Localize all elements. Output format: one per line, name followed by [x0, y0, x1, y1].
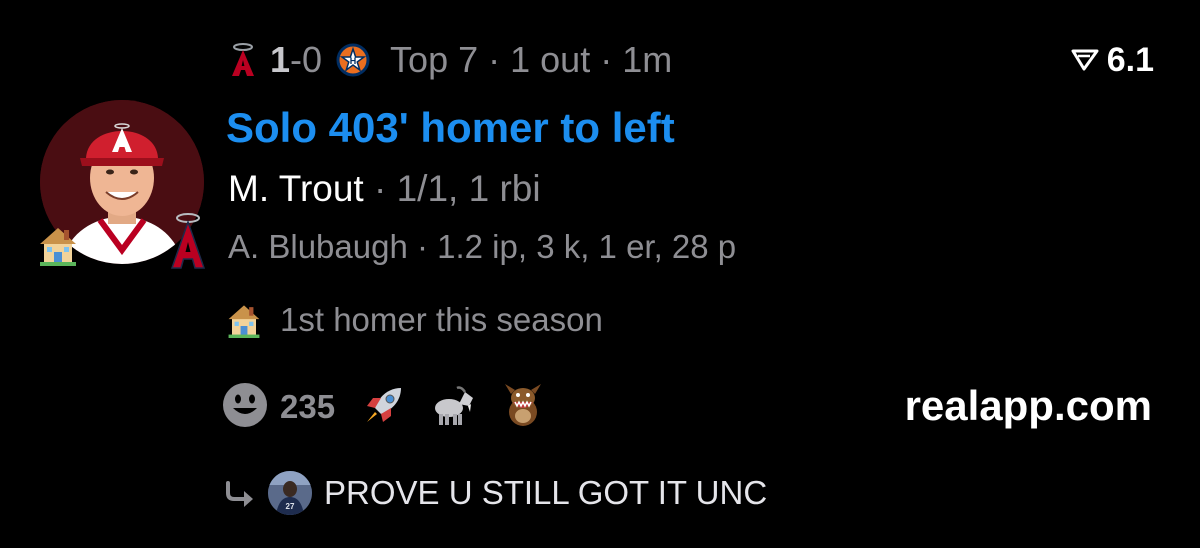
- reactions-bar: 235: [222, 380, 571, 434]
- play-card[interactable]: 1 -0 H Top 7 · 1 out · 1m 6.1 Solo 403' …: [0, 0, 1200, 548]
- milestone-line: 1st homer this season: [228, 300, 603, 340]
- batter-line: M. Trout · 1/1, 1 rbi: [228, 168, 541, 210]
- inning-label: Top 7: [390, 39, 479, 80]
- svg-text:27: 27: [286, 502, 295, 511]
- house-icon: [228, 305, 260, 338]
- rating-value: 6.1: [1106, 40, 1154, 79]
- reply-line[interactable]: 27 PROVE U STILL GOT IT UNC: [224, 470, 767, 516]
- time-ago-label: 1m: [622, 39, 673, 80]
- svg-text:H: H: [350, 56, 357, 66]
- batter-stats: · 1/1, 1 rbi: [373, 168, 541, 209]
- play-headline[interactable]: Solo 403' homer to left: [226, 104, 675, 152]
- reply-user-avatar[interactable]: 27: [268, 471, 312, 515]
- flag-triangle-icon: [1071, 49, 1099, 71]
- pitcher-line: A. Blubaugh · 1.2 ip, 3 k, 1 er, 28 p: [228, 228, 737, 265]
- game-status-line: 1 -0 H Top 7 · 1 out · 1m: [228, 36, 672, 84]
- rocket-icon[interactable]: [363, 384, 405, 431]
- angels-logo-icon: [228, 43, 258, 77]
- away-score: -0: [290, 39, 323, 80]
- smiley-icon[interactable]: [222, 382, 268, 433]
- milestone-text: 1st homer this season: [280, 301, 603, 338]
- home-score: 1: [270, 39, 291, 80]
- house-icon: [40, 224, 76, 266]
- rating-badge[interactable]: 6.1: [1071, 38, 1154, 82]
- tasmanian-devil-icon[interactable]: [501, 382, 545, 433]
- goat-icon[interactable]: [431, 384, 475, 431]
- angels-badge-icon: [168, 212, 208, 270]
- separator-dot: ·: [488, 39, 501, 80]
- player-avatar-group[interactable]: [40, 100, 206, 274]
- brand-link[interactable]: realapp.com: [905, 382, 1152, 430]
- batter-name[interactable]: M. Trout: [228, 168, 364, 209]
- outs-label: 1 out: [510, 39, 591, 80]
- astros-logo-icon: H: [336, 43, 370, 77]
- separator-dot: ·: [600, 39, 613, 80]
- reply-arrow-icon: [226, 481, 253, 507]
- reaction-count[interactable]: 235: [280, 388, 335, 426]
- reply-text: PROVE U STILL GOT IT UNC: [324, 474, 768, 511]
